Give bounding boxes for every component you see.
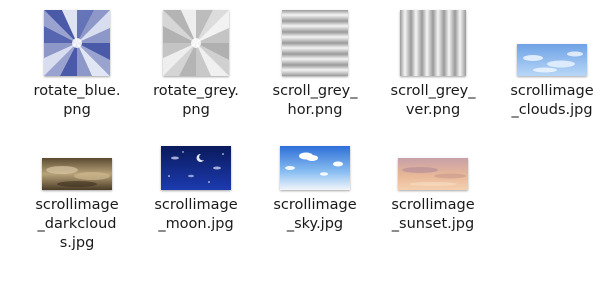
file-name-label: scrollimage _clouds.jpg bbox=[510, 83, 594, 118]
dark-clouds-thumbnail bbox=[42, 158, 112, 190]
file-item-rotate-blue[interactable]: rotate_blue. png bbox=[21, 0, 133, 120]
grey-vertical-stripes-thumbnail bbox=[400, 10, 466, 76]
file-name-label: scrollimage _sunset.jpg bbox=[391, 197, 475, 232]
thumbnail-container bbox=[496, 0, 608, 76]
clouds-thumbnail bbox=[517, 44, 587, 76]
file-item-scrollimage-sky[interactable]: scrollimage _sky.jpg bbox=[259, 133, 371, 234]
file-name-label: rotate_grey. png bbox=[153, 83, 239, 118]
file-explorer-view: rotate_blue. png rotate_grey. png scroll… bbox=[0, 0, 614, 304]
file-name-label: scrollimage _darkcloud s.jpg bbox=[35, 197, 119, 251]
thumbnail-container bbox=[21, 133, 133, 190]
file-item-scroll-grey-hor[interactable]: scroll_grey_ hor.png bbox=[259, 0, 371, 120]
file-item-rotate-grey[interactable]: rotate_grey. png bbox=[140, 0, 252, 120]
file-name-label: rotate_blue. png bbox=[33, 83, 121, 118]
thumbnail-container bbox=[377, 0, 489, 76]
file-name-label: scrollimage _sky.jpg bbox=[273, 197, 357, 232]
sky-thumbnail bbox=[280, 146, 350, 190]
file-name-label: scroll_grey_ ver.png bbox=[390, 83, 476, 118]
thumbnail-container bbox=[140, 133, 252, 190]
file-name-label: scroll_grey_ hor.png bbox=[272, 83, 358, 118]
file-item-scrollimage-sunset[interactable]: scrollimage _sunset.jpg bbox=[377, 133, 489, 234]
sunset-thumbnail bbox=[398, 158, 468, 190]
file-item-scrollimage-darkclouds[interactable]: scrollimage _darkcloud s.jpg bbox=[21, 133, 133, 253]
grey-radial-gradient-thumbnail bbox=[163, 10, 229, 76]
blue-radial-gradient-thumbnail bbox=[44, 10, 110, 76]
file-item-scroll-grey-ver[interactable]: scroll_grey_ ver.png bbox=[377, 0, 489, 120]
file-name-label: scrollimage _moon.jpg bbox=[154, 197, 238, 232]
thumbnail-container bbox=[259, 0, 371, 76]
grey-horizontal-stripes-thumbnail bbox=[282, 10, 348, 76]
thumbnail-container bbox=[259, 133, 371, 190]
file-item-scrollimage-moon[interactable]: scrollimage _moon.jpg bbox=[140, 133, 252, 234]
thumbnail-container bbox=[377, 133, 489, 190]
thumbnail-container bbox=[140, 0, 252, 76]
thumbnail-container bbox=[21, 0, 133, 76]
moon-night-thumbnail bbox=[161, 146, 231, 190]
file-item-scrollimage-clouds[interactable]: scrollimage _clouds.jpg bbox=[496, 0, 608, 120]
